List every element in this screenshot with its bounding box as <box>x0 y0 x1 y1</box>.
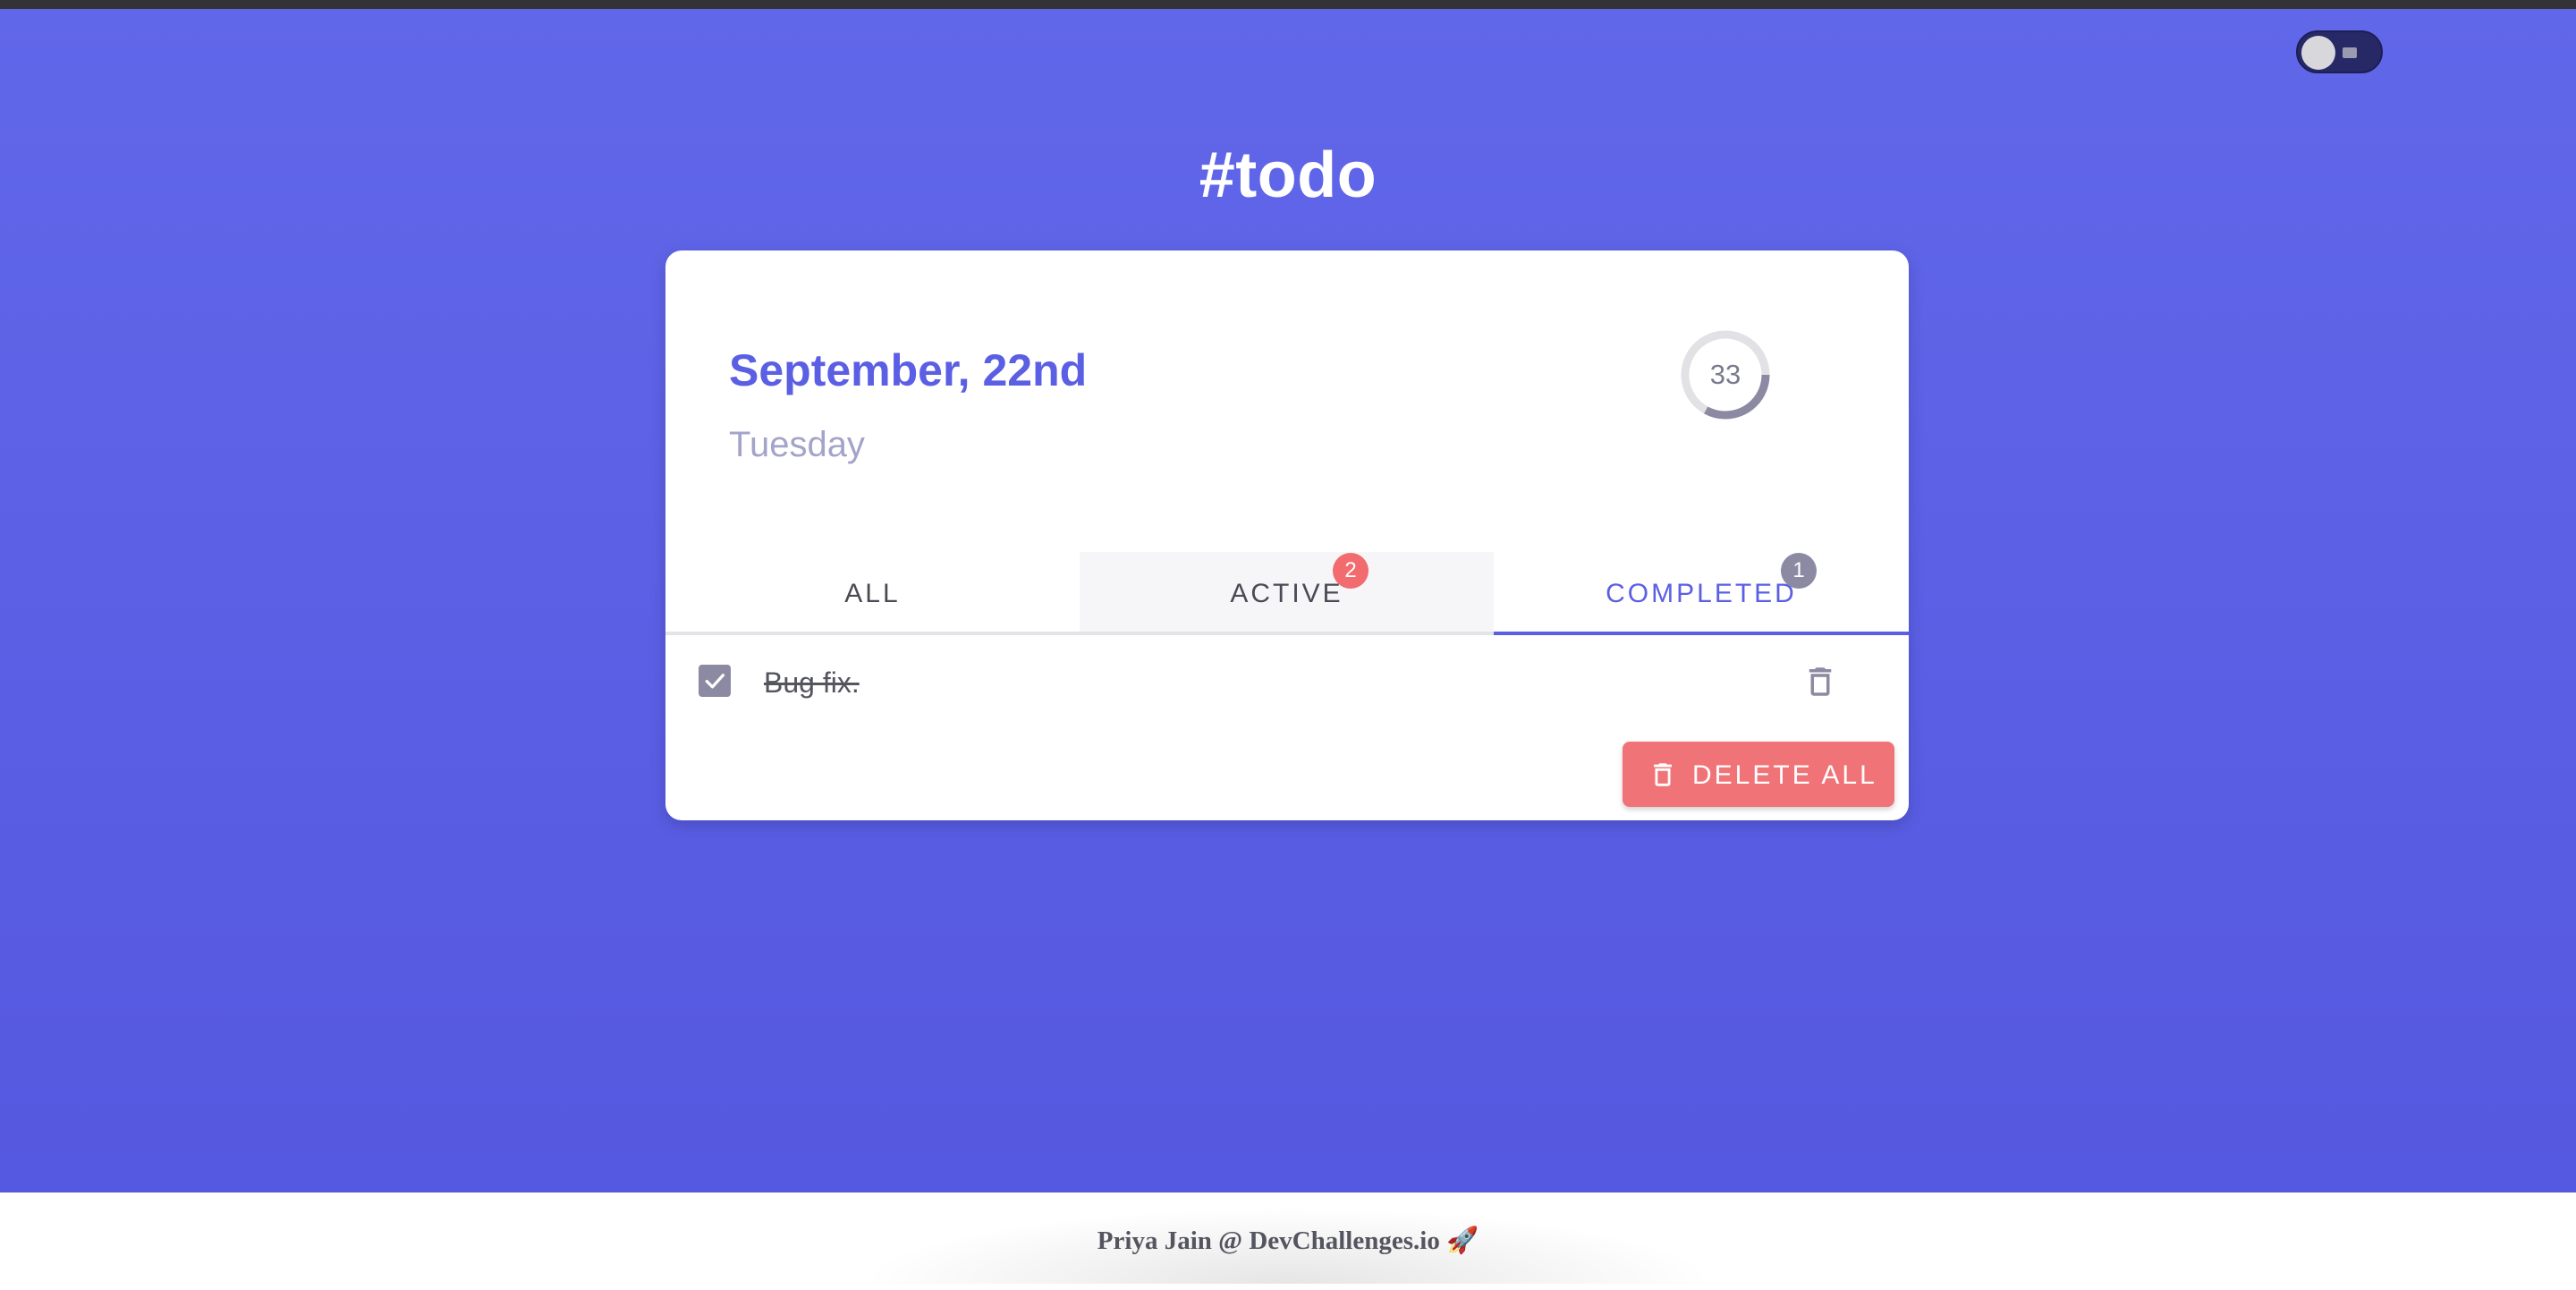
trash-icon <box>1809 667 1832 696</box>
todo-card: September, 22nd Tuesday 33 ALL ACTIVE CO… <box>665 250 1909 820</box>
tab-all-label: ALL <box>844 579 901 608</box>
completed-count-badge: 1 <box>1781 553 1817 589</box>
progress-value: 33 <box>1709 359 1741 390</box>
delete-all-label: DELETE ALL <box>1692 760 1877 790</box>
tab-completed-label: COMPLETED <box>1606 579 1797 608</box>
date-heading: September, 22nd <box>729 345 1088 395</box>
delete-all-button[interactable]: DELETE ALL <box>1623 742 1894 807</box>
tab-all[interactable]: ALL <box>665 552 1080 635</box>
tab-active[interactable]: ACTIVE <box>1080 552 1494 635</box>
plug-icon <box>2343 47 2357 58</box>
page-title: #todo <box>1199 140 1377 211</box>
todo-text: Bug fix. <box>764 666 860 699</box>
footer-credit: Priya Jain @ DevChallenges.io 🚀 <box>1097 1226 1479 1255</box>
progress-ring: 33 <box>1680 329 1771 420</box>
trash-icon <box>1654 763 1672 786</box>
filter-tabs: ALL ACTIVE COMPLETED <box>665 552 1909 638</box>
tab-completed[interactable]: COMPLETED <box>1494 552 1909 635</box>
checkbox-checked-icon <box>705 674 724 689</box>
toggle-knob <box>2301 36 2335 70</box>
weekday-label: Tuesday <box>729 425 865 464</box>
todo-checkbox[interactable] <box>699 665 731 697</box>
window-top-bar <box>0 0 2576 9</box>
theme-toggle[interactable] <box>2296 30 2383 73</box>
delete-todo-button[interactable] <box>1801 660 1839 703</box>
active-count-badge: 2 <box>1333 553 1368 589</box>
tab-active-label: ACTIVE <box>1230 579 1343 608</box>
todo-item: Bug fix. <box>665 638 1909 718</box>
